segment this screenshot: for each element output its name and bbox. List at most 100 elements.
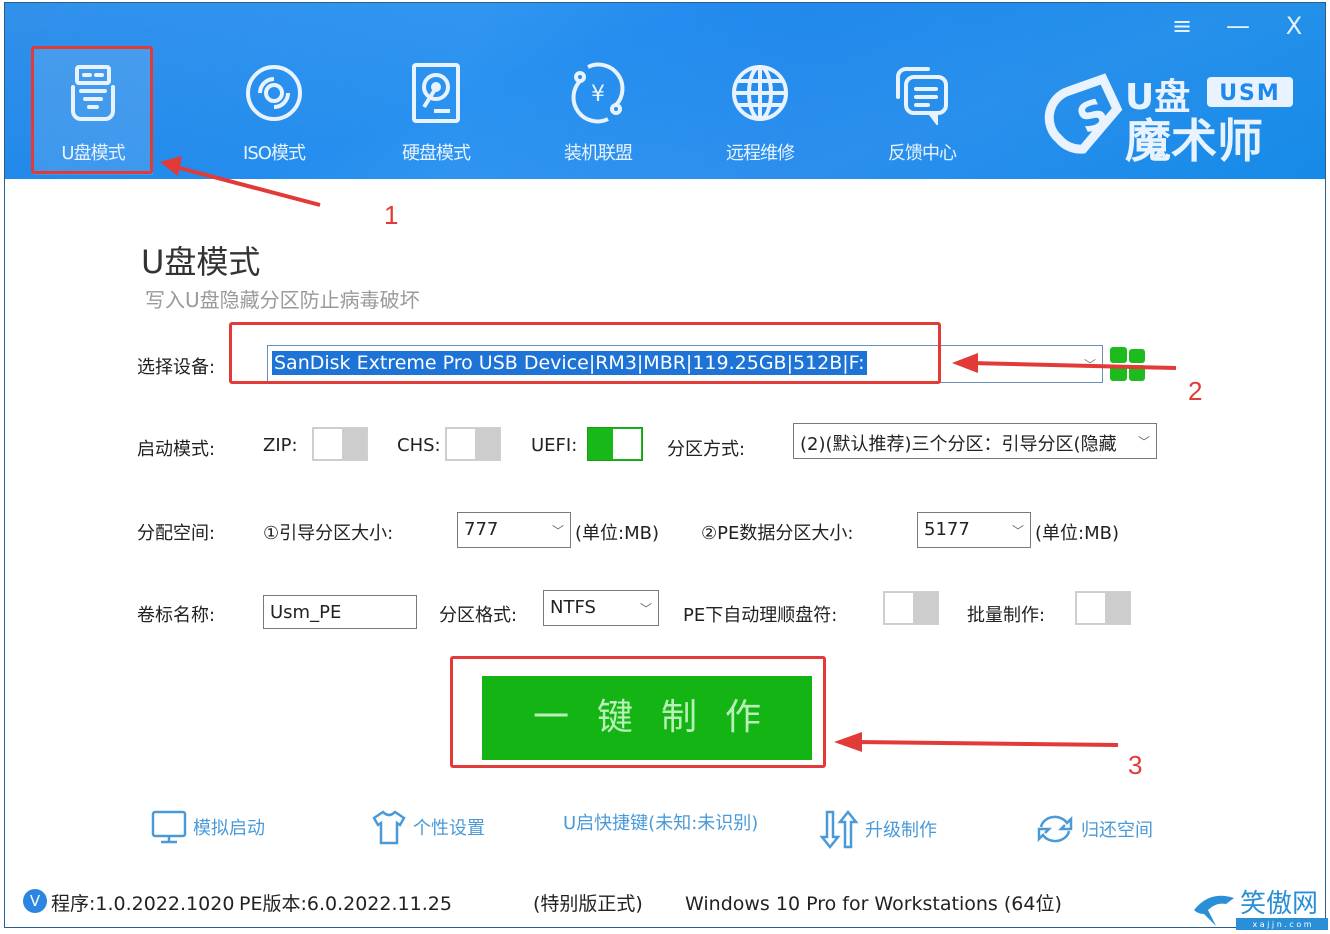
device-label: 选择设备:	[137, 357, 216, 378]
close-icon[interactable]: X	[1279, 11, 1309, 41]
nav-item-installer-alliance[interactable]: ¥ 装机联盟	[517, 47, 679, 175]
chevron-down-icon: ﹀	[1011, 524, 1024, 538]
annotation-number-step2: 2	[1188, 376, 1203, 406]
menu-icon[interactable]: ≡	[1167, 11, 1197, 41]
usb-drive-icon	[61, 61, 125, 125]
fs-value: NTFS	[550, 597, 596, 618]
svg-text:魔术师: 魔术师	[1125, 114, 1263, 165]
fs-select[interactable]: NTFS ﹀	[543, 590, 659, 626]
status-bar: V 程序:1.0.2022.1020 PE版本:6.0.2022.11.25 (…	[5, 881, 1325, 925]
toggle-knob	[447, 429, 475, 459]
device-list-grid-icon[interactable]	[1109, 346, 1147, 382]
chevron-down-icon: ﹀	[1137, 435, 1150, 449]
toggle-knob	[613, 429, 641, 459]
tool-simulate-boot[interactable]: 模拟启动	[151, 809, 265, 845]
uefi-toggle[interactable]	[587, 427, 643, 461]
yuan-coin-icon: ¥	[566, 61, 630, 125]
pe-version: PE版本:6.0.2022.11.25	[239, 893, 452, 915]
disc-icon	[242, 61, 306, 125]
chevron-down-icon: ﹀	[639, 602, 652, 616]
nav-label: 硬盘模式	[402, 143, 471, 164]
uefi-label: UEFI:	[531, 435, 578, 456]
zip-label: ZIP:	[263, 435, 298, 456]
nav-label: U盘模式	[61, 143, 125, 164]
nav-item-remote-repair[interactable]: 远程维修	[679, 47, 841, 175]
batch-toggle[interactable]	[1075, 591, 1131, 625]
tool-label: 升级制作	[865, 820, 937, 841]
annotation-number-step1: 1	[384, 200, 399, 230]
device-select[interactable]: SanDisk Extreme Pro USB Device|RM3|MBR|1…	[267, 345, 1103, 383]
nav-label: ISO模式	[243, 143, 306, 164]
app-window: ≡ — X U盘模式 ISO模式 硬盘模式 ¥ 装机联盟 远程维修 反馈中心 S…	[4, 2, 1326, 928]
page-subtitle: 写入U盘隐藏分区防止病毒破坏	[145, 288, 420, 312]
volume-name-input[interactable]: Usm_PE	[263, 595, 417, 629]
nav-label: 反馈中心	[888, 143, 957, 164]
boot-size-value: 777	[464, 519, 499, 540]
watermark: 笑傲网 x a j j n . c o m	[1190, 880, 1328, 930]
svg-text:USM: USM	[1219, 81, 1281, 106]
tool-personal-settings[interactable]: 个性设置	[371, 809, 485, 845]
unit-label: (单位:MB)	[575, 523, 659, 544]
tool-upgrade-make[interactable]: 升级制作	[819, 809, 937, 849]
tool-boot-hotkey[interactable]: U启快捷键(未知:未识别)	[563, 809, 758, 835]
edition-label: (特别版正式)	[533, 893, 643, 915]
nav-item-hdd-mode[interactable]: 硬盘模式	[355, 47, 517, 175]
zip-toggle[interactable]	[312, 427, 368, 461]
toggle-knob	[885, 593, 913, 623]
svg-text:x a j j n . c o m: x a j j n . c o m	[1252, 920, 1311, 929]
pe-size-label: ②PE数据分区大小:	[701, 523, 854, 544]
pe-size-value: 5177	[924, 519, 970, 540]
program-version: 程序:1.0.2022.1020	[51, 893, 235, 915]
one-click-make-button[interactable]: 一键制作	[482, 676, 812, 760]
hard-disk-icon	[404, 61, 468, 125]
boot-mode-label: 启动模式:	[137, 439, 216, 460]
chat-bubbles-icon	[890, 61, 954, 127]
tool-label: U启快捷键(未知:未识别)	[563, 813, 759, 834]
svg-text:U盘: U盘	[1125, 76, 1190, 118]
page-title: U盘模式	[141, 243, 261, 281]
boot-size-label: ①引导分区大小:	[263, 523, 394, 544]
tool-label: 归还空间	[1081, 820, 1153, 841]
partition-mode-label: 分区方式:	[667, 439, 746, 460]
logo-emblem-icon: S	[1044, 73, 1123, 154]
tshirt-icon	[372, 810, 406, 845]
pe-auto-letter-toggle[interactable]	[883, 591, 939, 625]
svg-text:笑傲网: 笑傲网	[1240, 889, 1318, 919]
pe-size-select[interactable]: 5177 ﹀	[917, 512, 1031, 548]
chs-toggle[interactable]	[445, 427, 501, 461]
main-nav: U盘模式 ISO模式 硬盘模式 ¥ 装机联盟 远程维修 反馈中心	[33, 47, 1003, 175]
os-info: Windows 10 Pro for Workstations (64位)	[685, 893, 1062, 915]
up-down-arrows-icon	[819, 809, 859, 849]
toggle-knob	[1077, 593, 1105, 623]
partition-mode-value: (2)(默认推荐)三个分区：引导分区(隐藏	[800, 434, 1117, 455]
minimize-icon[interactable]: —	[1223, 11, 1253, 41]
toggle-knob	[314, 429, 342, 459]
batch-label: 批量制作:	[967, 605, 1046, 626]
unit-label: (单位:MB)	[1035, 523, 1119, 544]
tool-restore-space[interactable]: 归还空间	[1035, 809, 1153, 849]
chevron-down-icon: ﹀	[551, 524, 564, 538]
boot-size-select[interactable]: 777 ﹀	[457, 512, 571, 548]
tool-label: 个性设置	[413, 818, 485, 839]
nav-item-usb-mode[interactable]: U盘模式	[33, 47, 153, 175]
refresh-icon	[1037, 815, 1073, 843]
tool-label: 模拟启动	[193, 818, 265, 839]
annotation-number-step3: 3	[1128, 750, 1143, 780]
chevron-down-icon: ﹀	[1083, 358, 1096, 372]
monitor-icon	[151, 810, 187, 844]
app-logo: S U盘 USM 魔术师	[1039, 69, 1301, 168]
device-select-value: SanDisk Extreme Pro USB Device|RM3|MBR|1…	[272, 351, 867, 375]
nav-label: 装机联盟	[564, 143, 633, 164]
pe-auto-letter-label: PE下自动理顺盘符:	[683, 605, 838, 626]
nav-item-iso-mode[interactable]: ISO模式	[193, 47, 355, 175]
shark-logo-icon	[1194, 895, 1234, 926]
fs-label: 分区格式:	[439, 605, 518, 626]
chs-label: CHS:	[397, 435, 441, 456]
nav-item-feedback[interactable]: 反馈中心	[841, 47, 1003, 175]
tool-bar: 模拟启动 个性设置 U启快捷键(未知:未识别) 升级制作 归还空间	[5, 809, 1325, 853]
window-controls: ≡ — X	[1167, 11, 1309, 41]
volume-label: 卷标名称:	[137, 605, 216, 626]
partition-mode-select[interactable]: (2)(默认推荐)三个分区：引导分区(隐藏 ﹀	[793, 423, 1157, 459]
allocation-label: 分配空间:	[137, 523, 216, 544]
version-badge-icon: V	[23, 889, 47, 913]
